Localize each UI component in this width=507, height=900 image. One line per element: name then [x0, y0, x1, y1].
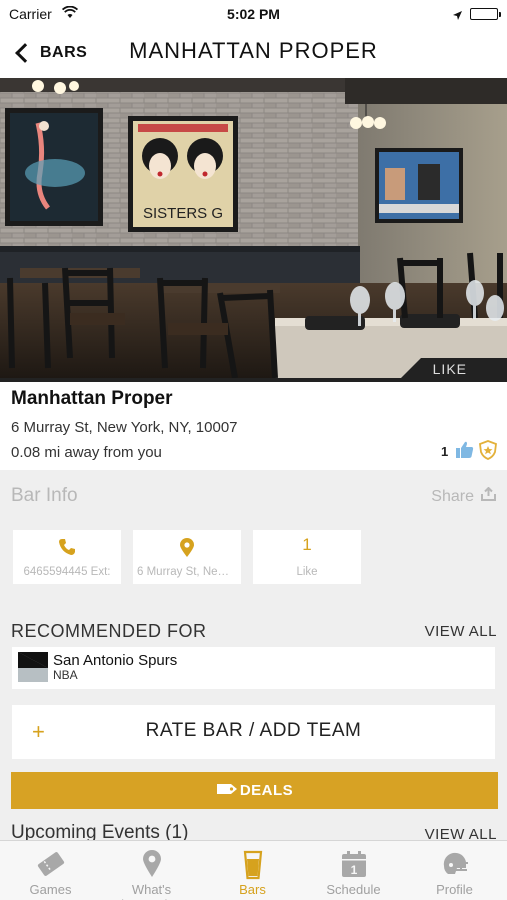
share-label: Share [431, 487, 474, 505]
map-pin-icon [133, 538, 241, 558]
shield-icon [478, 440, 498, 465]
navigation-bar: BARS MANHATTAN PROPER [0, 28, 507, 78]
phone-number: 6465594445 Ext: [23, 566, 111, 578]
location-arrow-icon [452, 8, 463, 26]
bar-photo: SISTERS G LIKE [0, 78, 507, 378]
location-pin-icon [101, 850, 202, 878]
tab-label: Bars [239, 882, 266, 897]
battery-icon [470, 8, 501, 20]
team-row[interactable]: San Antonio Spurs NBA [12, 647, 495, 689]
calendar-icon: 1 [303, 850, 404, 878]
bar-info-header: Manhattan Proper 6 Murray St, New York, … [0, 378, 507, 470]
recommended-title: RECOMMENDED FOR [11, 621, 207, 641]
bar-name: Manhattan Proper [11, 388, 173, 409]
poster-text: SISTERS G [143, 205, 223, 222]
tab-label: Schedule [326, 882, 381, 897]
deals-button[interactable]: DEALS [11, 772, 498, 809]
share-button[interactable]: Share [431, 486, 497, 506]
tab-label: Profile [436, 882, 473, 897]
status-bar: Carrier 5:02 PM [0, 0, 507, 28]
ticket-icon [0, 850, 101, 878]
bar-details-section: Bar Info Share 6465594445 Ext: 6 Murray … [0, 470, 507, 843]
tag-icon [216, 782, 240, 799]
bar-address: 6 Murray St, New York, NY, 10007 [11, 419, 238, 436]
helmet-icon [404, 850, 505, 878]
tab-label: What's happening [121, 882, 182, 900]
bar-info-title: Bar Info [11, 485, 78, 506]
tab-bars[interactable]: Bars [202, 841, 303, 900]
status-time: 5:02 PM [227, 6, 280, 22]
recommended-view-all-link[interactable]: VIEW ALL [425, 623, 497, 640]
bar-distance: 0.08 mi away from you [11, 444, 162, 461]
likes-label: Like [296, 566, 318, 578]
like-count: 1 [441, 444, 449, 459]
tab-label: Games [29, 882, 72, 897]
beer-glass-icon [202, 850, 303, 880]
tab-whats-happening[interactable]: What's happening [101, 841, 202, 900]
tab-games[interactable]: Games [0, 841, 101, 900]
address-short: 6 Murray St, New York, NY [137, 566, 237, 578]
share-icon [480, 486, 497, 506]
team-name: San Antonio Spurs [53, 652, 178, 669]
rate-bar-label: RATE BAR / ADD TEAM [145, 720, 362, 741]
thumbs-up-icon[interactable] [455, 440, 474, 464]
svg-text:1: 1 [350, 863, 357, 877]
bar-interior-photo: SISTERS G [0, 78, 507, 378]
deals-label: DEALS [239, 782, 294, 799]
rate-bar-add-team-button[interactable]: + RATE BAR / ADD TEAM [12, 705, 495, 759]
likes-number: 1 [302, 535, 312, 554]
phone-card[interactable]: 6465594445 Ext: [13, 530, 121, 584]
team-league: NBA [53, 668, 78, 682]
tab-profile[interactable]: Profile [404, 841, 505, 900]
page-title: MANHATTAN PROPER [129, 38, 378, 63]
tab-bar: Games What's happening Bars 1 [0, 840, 507, 900]
spurs-logo-icon [18, 652, 48, 687]
tab-schedule[interactable]: 1 Schedule [303, 841, 404, 900]
phone-icon [13, 538, 121, 556]
likes-card[interactable]: 1 Like [253, 530, 361, 584]
address-card[interactable]: 6 Murray St, New York, NY [133, 530, 241, 584]
